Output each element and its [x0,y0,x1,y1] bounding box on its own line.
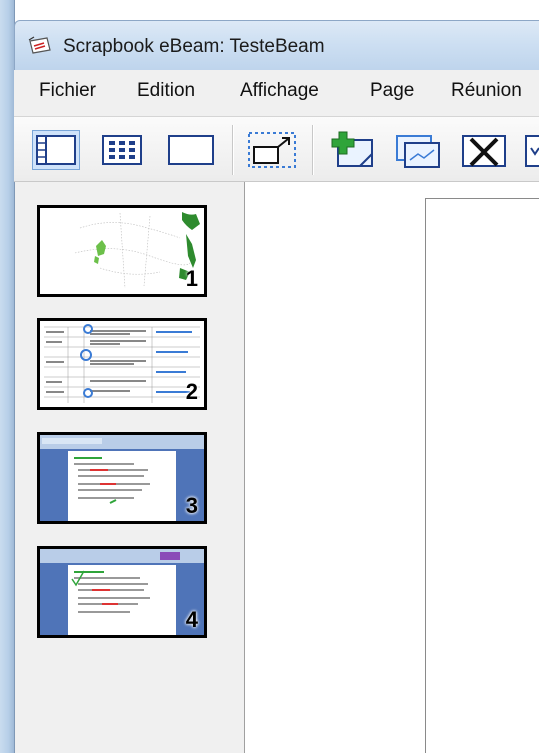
menu-reunion[interactable]: Réunion [451,80,522,102]
page-number: 2 [185,379,198,404]
more-tools-icon[interactable] [524,130,539,172]
window-title: Scrapbook eBeam: TesteBeam [63,36,325,57]
new-page-icon[interactable] [330,130,380,172]
window-frame-left [0,0,15,753]
screenshot-thumbnail-image [40,549,204,635]
page-thumbnail-2[interactable]: 2 [37,318,207,410]
menu-bar: Fichier Edition Affichage Page Réunion [14,70,539,117]
page-number: 3 [185,493,198,518]
menu-page[interactable]: Page [370,80,414,102]
page-thumbnail-1[interactable]: 1 [37,205,207,297]
toolbar [14,117,539,182]
page-thumbnail-4[interactable]: 4 [37,546,207,638]
panel-splitter[interactable] [234,182,245,753]
grid-view-icon[interactable] [100,130,144,170]
map-thumbnail-image [40,208,204,294]
screenshot-thumbnail-image [40,435,204,521]
full-page-view-icon[interactable] [166,130,216,170]
menu-fichier[interactable]: Fichier [39,80,96,102]
menu-edition[interactable]: Edition [137,80,195,102]
thumbnail-view-icon[interactable] [32,130,80,170]
title-bar[interactable]: Scrapbook eBeam: TesteBeam [14,20,539,71]
resize-selection-icon[interactable] [246,130,298,170]
app-window: Scrapbook eBeam: TesteBeam Fichier Editi… [0,0,539,753]
page-number: 1 [185,266,198,291]
scrapbook-app-icon [28,36,51,54]
duplicate-page-icon[interactable] [394,130,446,172]
toolbar-separator [232,125,234,175]
page-number: 4 [185,607,198,632]
delete-page-icon[interactable] [460,130,510,172]
menu-affichage[interactable]: Affichage [240,80,319,102]
document-thumbnail-image [40,321,204,407]
current-page-canvas[interactable] [425,198,539,753]
page-thumbnail-3[interactable]: 3 [37,432,207,524]
toolbar-separator [312,125,314,175]
